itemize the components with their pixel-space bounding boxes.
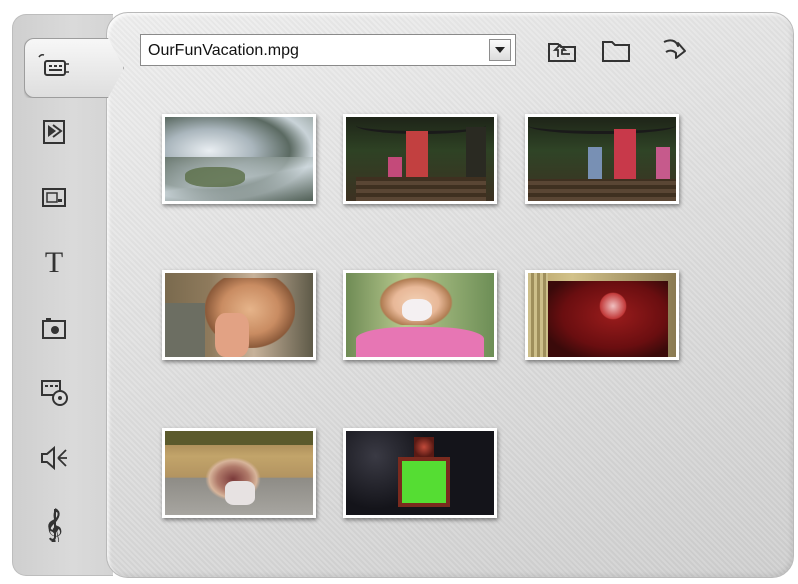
sound-effects-icon: [41, 445, 67, 471]
clip-thumbnail[interactable]: [162, 428, 316, 518]
tab-video-clips[interactable]: [32, 47, 76, 87]
tab-photos[interactable]: [32, 178, 76, 218]
clip-thumbnail[interactable]: [343, 270, 497, 360]
svg-text:T: T: [45, 246, 63, 278]
music-icon: 𝄞: [45, 508, 63, 542]
tab-titles[interactable]: T: [32, 242, 76, 282]
clip-thumbnail[interactable]: [525, 270, 679, 360]
next-arrow-icon: [663, 39, 686, 59]
dropdown-arrow-button[interactable]: [489, 39, 511, 61]
clip-thumbnail[interactable]: [343, 114, 497, 204]
titles-icon: T: [45, 246, 63, 278]
still-images-icon: [42, 318, 66, 339]
tab-disc-menus[interactable]: [32, 372, 76, 412]
disc-menus-icon: [41, 380, 68, 406]
photos-icon: [42, 188, 66, 207]
tab-transitions[interactable]: [32, 112, 76, 152]
clip-thumbnail[interactable]: [343, 428, 497, 518]
folder-icon: [602, 41, 630, 62]
folder-button[interactable]: [598, 32, 634, 68]
folder-up-button[interactable]: [544, 32, 580, 68]
chevron-down-icon: [495, 47, 505, 53]
next-button[interactable]: [656, 32, 692, 68]
transitions-icon: [43, 120, 65, 144]
tab-rail: [12, 14, 113, 576]
tab-sound-effects[interactable]: [32, 438, 76, 478]
clip-thumbnail[interactable]: [162, 114, 316, 204]
tab-music[interactable]: 𝄞: [32, 504, 76, 544]
video-clips-icon: [38, 53, 69, 76]
file-select-value: OurFunVacation.mpg: [148, 42, 299, 59]
file-select[interactable]: OurFunVacation.mpg: [140, 34, 516, 66]
tab-still-images[interactable]: [32, 308, 76, 348]
folder-up-icon: [548, 43, 576, 62]
clip-thumbnail[interactable]: [162, 270, 316, 360]
clip-thumbnail[interactable]: [525, 114, 679, 204]
